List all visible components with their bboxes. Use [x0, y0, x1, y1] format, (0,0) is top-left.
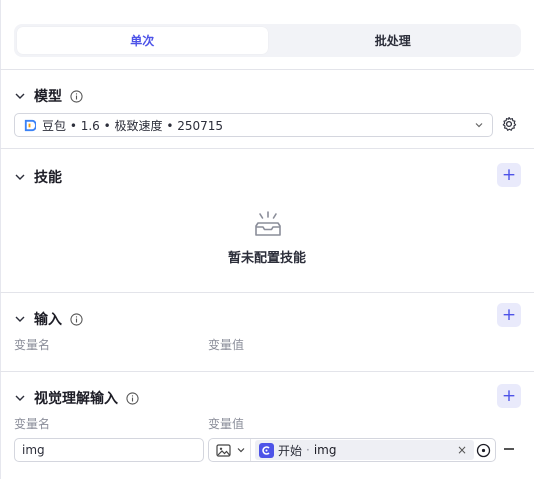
divider: [0, 371, 534, 372]
skills-section-header[interactable]: 技能: [14, 167, 62, 187]
input-section-title: 输入: [34, 312, 62, 328]
plus-icon: +: [501, 164, 517, 185]
visual-input-section-title: 视觉理解输入: [34, 391, 118, 407]
tab-batch[interactable]: 批处理: [268, 27, 519, 54]
visual-var-value-field[interactable]: 开始 · img ×: [208, 438, 496, 462]
model-select[interactable]: 豆包 • 1.6 • 极致速度 • 250715: [14, 113, 493, 137]
skills-section-title: 技能: [34, 170, 62, 186]
divider: [0, 148, 534, 149]
info-icon[interactable]: [126, 391, 139, 405]
add-input-button[interactable]: +: [497, 303, 521, 327]
gear-icon[interactable]: [500, 115, 518, 133]
skills-empty-text: 暂未配置技能: [227, 251, 306, 266]
ref-separator: ·: [306, 443, 310, 457]
visual-input-section-header[interactable]: 视觉理解输入: [14, 388, 139, 408]
plus-icon: +: [501, 304, 517, 325]
input-section-header[interactable]: 输入: [14, 309, 83, 329]
start-node-icon: [259, 442, 274, 458]
info-icon[interactable]: [70, 312, 83, 326]
visual-col-value: 变量值: [208, 417, 245, 431]
chevron-down-icon[interactable]: [14, 392, 26, 404]
close-icon[interactable]: ×: [454, 443, 470, 457]
panel-left-border: [0, 0, 1, 479]
ref-node-name: 开始: [278, 443, 303, 458]
doubao-logo-icon: [24, 119, 36, 131]
visual-col-name: 变量名: [14, 417, 51, 431]
chevron-down-icon: [475, 123, 483, 128]
var-type-select[interactable]: [212, 439, 251, 461]
info-icon[interactable]: [70, 89, 83, 103]
divider: [0, 69, 534, 70]
add-visual-input-button[interactable]: +: [497, 384, 521, 408]
divider: [0, 292, 534, 293]
model-section-header[interactable]: 模型: [14, 86, 83, 106]
model-section-title: 模型: [34, 89, 62, 105]
mode-switch: 单次 批处理: [14, 24, 521, 57]
ref-variable-name: img: [313, 443, 337, 457]
add-skill-button[interactable]: +: [497, 163, 521, 187]
image-icon: [216, 443, 231, 457]
visual-var-name-input[interactable]: img: [14, 438, 204, 462]
chevron-down-icon[interactable]: [14, 171, 26, 183]
empty-tray-icon: [255, 211, 281, 236]
target-icon[interactable]: [474, 441, 492, 459]
input-col-name: 变量名: [14, 338, 51, 352]
chevron-down-icon[interactable]: [14, 90, 26, 102]
input-col-value: 变量值: [208, 338, 245, 352]
plus-icon: +: [501, 385, 517, 406]
remove-visual-input-button[interactable]: [502, 442, 516, 456]
tab-single[interactable]: 单次: [17, 27, 268, 54]
chevron-down-icon[interactable]: [14, 313, 26, 325]
minus-icon: [504, 448, 514, 450]
variable-reference-tag[interactable]: 开始 · img ×: [255, 440, 474, 460]
chevron-down-icon: [237, 448, 245, 453]
model-select-value: 豆包 • 1.6 • 极致速度 • 250715: [42, 118, 224, 133]
